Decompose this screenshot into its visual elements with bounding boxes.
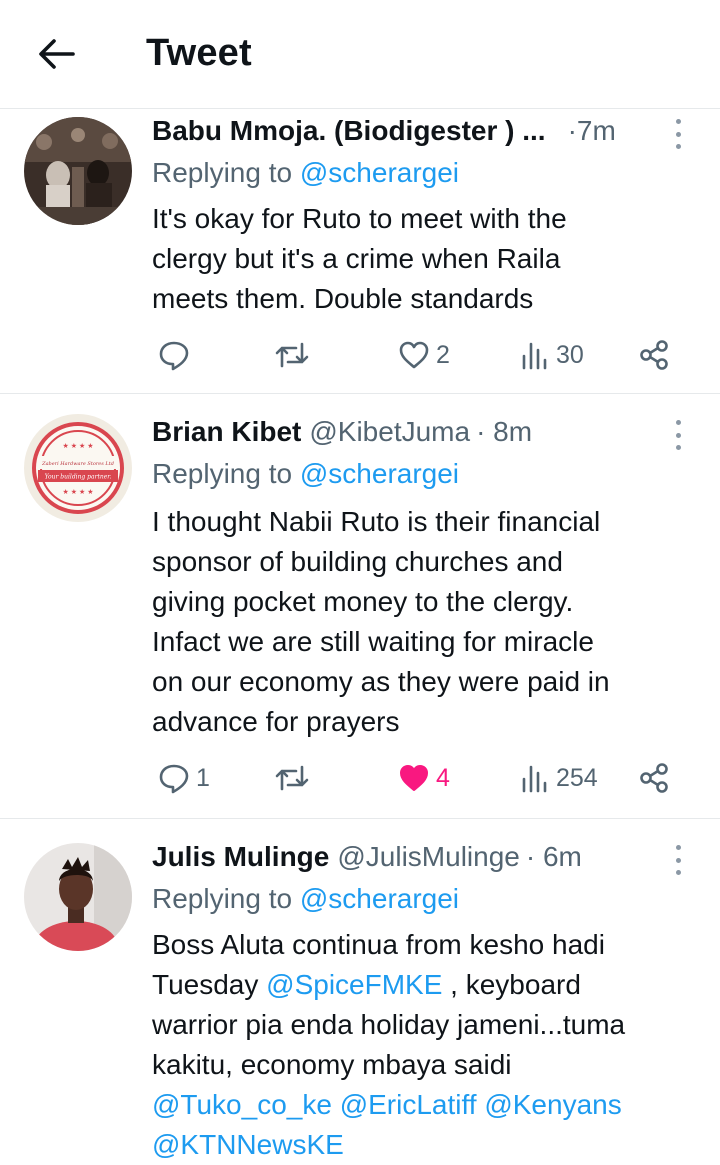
reply-button[interactable] xyxy=(158,335,196,375)
mention-link[interactable]: @SpiceFMKE xyxy=(266,969,442,1000)
tweet-text-line: Tuesday @SpiceFMKE , keyboard xyxy=(152,965,692,1005)
more-button[interactable] xyxy=(668,845,688,875)
avatar[interactable] xyxy=(24,843,132,951)
views-icon xyxy=(522,342,547,370)
replying-to: Replying to @scherargei xyxy=(152,883,459,915)
tweet-text-line: sponsor of building churches and xyxy=(152,546,563,577)
author-name[interactable]: Babu Mmoja. (Biodigester ) ... xyxy=(152,115,546,147)
author-name[interactable]: Julis Mulinge xyxy=(152,841,329,873)
views-icon xyxy=(522,765,547,793)
tweet-text-line: on our economy as they were paid in xyxy=(152,666,610,697)
tweet-reply[interactable]: Babu Mmoja. (Biodigester ) ... ·7m Reply… xyxy=(0,109,720,394)
views-count: 254 xyxy=(556,763,598,792)
svg-text:★ ★ ★ ★: ★ ★ ★ ★ xyxy=(63,488,94,496)
views-button[interactable]: 254 xyxy=(520,758,598,798)
author-handle[interactable]: @KibetJuma xyxy=(309,416,470,448)
mention-link[interactable]: @scherargei xyxy=(300,157,459,188)
more-vertical-icon xyxy=(675,119,681,124)
share-icon xyxy=(640,340,668,370)
action-bar: 1 4 254 xyxy=(152,758,692,798)
heart-icon xyxy=(399,341,429,369)
avatar[interactable] xyxy=(24,117,132,225)
mention-links[interactable]: @Tuko_co_ke @EricLatiff @Kenyans xyxy=(152,1085,692,1125)
retweet-icon xyxy=(275,342,309,368)
more-vertical-icon xyxy=(675,845,681,850)
like-count: 2 xyxy=(436,340,450,369)
tweet-header: Brian Kibet @KibetJuma · 8m xyxy=(152,416,660,448)
share-button[interactable] xyxy=(638,758,670,798)
more-button[interactable] xyxy=(668,420,688,450)
views-count: 30 xyxy=(556,340,584,369)
tweet-text-line: advance for prayers xyxy=(152,706,400,737)
like-button[interactable]: 2 xyxy=(398,335,450,375)
tweet-reply[interactable]: Julis Mulinge @JulisMulinge · 6m Replyin… xyxy=(0,819,720,1165)
tweet-text-line: warrior pia enda holiday jameni...tuma xyxy=(152,1009,626,1040)
share-button[interactable] xyxy=(638,335,670,375)
author-name[interactable]: Brian Kibet xyxy=(152,416,301,448)
mention-link[interactable]: @scherargei xyxy=(300,883,459,914)
action-bar: 2 30 xyxy=(152,335,692,375)
retweet-button[interactable] xyxy=(274,758,316,798)
svg-text:★ ★ ★ ★: ★ ★ ★ ★ xyxy=(63,442,94,450)
top-bar: Tweet xyxy=(0,0,720,109)
reply-button[interactable]: 1 xyxy=(158,758,210,798)
mention-link[interactable]: @scherargei xyxy=(300,458,459,489)
author-handle[interactable]: @JulisMulinge xyxy=(337,841,520,873)
mention-links[interactable]: @KTNNewsKE xyxy=(152,1125,692,1165)
tweet-text-line: clergy but it's a crime when Raila xyxy=(152,243,561,274)
tweet-time[interactable]: ·7m xyxy=(568,115,616,147)
replying-label: Replying to xyxy=(152,883,293,914)
tweet-text-line: It's okay for Ruto to meet with the xyxy=(152,203,567,234)
tweet-time[interactable]: · 8m xyxy=(476,416,532,448)
replying-to: Replying to @scherargei xyxy=(152,458,459,490)
reply-icon xyxy=(159,764,189,794)
more-vertical-icon xyxy=(675,420,681,425)
like-count: 4 xyxy=(436,763,450,792)
reply-count: 1 xyxy=(196,763,210,792)
tweet-text: I thought Nabii Ruto is their financial … xyxy=(152,502,692,742)
avatar-logo-top: Zaberi Hardware Stores Ltd xyxy=(41,461,114,467)
avatar-logo-bottom: Your building partner. xyxy=(45,474,112,481)
retweet-icon xyxy=(275,765,309,791)
arrow-left-icon xyxy=(39,39,75,69)
retweet-button[interactable] xyxy=(274,335,316,375)
heart-filled-icon xyxy=(400,765,428,791)
tweet-header: Julis Mulinge @JulisMulinge · 6m xyxy=(152,841,660,873)
tweet-text: Boss Aluta continua from kesho hadi Tues… xyxy=(152,925,692,1165)
share-icon xyxy=(640,763,668,793)
tweet-text-line: Boss Aluta continua from kesho hadi xyxy=(152,929,605,960)
views-button[interactable]: 30 xyxy=(520,335,584,375)
tweet-reply[interactable]: Zaberi Hardware Stores Ltd Your building… xyxy=(0,394,720,819)
tweet-time[interactable]: · 6m xyxy=(526,841,582,873)
text-fragment: Tuesday xyxy=(152,969,267,1000)
avatar[interactable]: Zaberi Hardware Stores Ltd Your building… xyxy=(24,414,132,522)
back-button[interactable] xyxy=(34,34,78,74)
tweet-text-line: I thought Nabii Ruto is their financial xyxy=(152,506,601,537)
tweet-text-line: giving pocket money to the clergy. xyxy=(152,586,574,617)
more-button[interactable] xyxy=(668,119,688,149)
replying-label: Replying to xyxy=(152,157,293,188)
tweet-text: It's okay for Ruto to meet with the cler… xyxy=(152,199,692,319)
text-fragment: , keyboard xyxy=(442,969,581,1000)
tweet-text-line: Infact we are still waiting for miracle xyxy=(152,626,594,657)
replying-to: Replying to @scherargei xyxy=(152,157,459,189)
tweet-header: Babu Mmoja. (Biodigester ) ... ·7m xyxy=(152,115,660,147)
tweet-text-line: meets them. Double standards xyxy=(152,283,534,314)
like-button[interactable]: 4 xyxy=(398,758,450,798)
tweet-text-line: kakitu, economy mbaya saidi xyxy=(152,1049,512,1080)
replying-label: Replying to xyxy=(152,458,293,489)
page-title: Tweet xyxy=(146,32,252,74)
reply-icon xyxy=(159,341,189,371)
